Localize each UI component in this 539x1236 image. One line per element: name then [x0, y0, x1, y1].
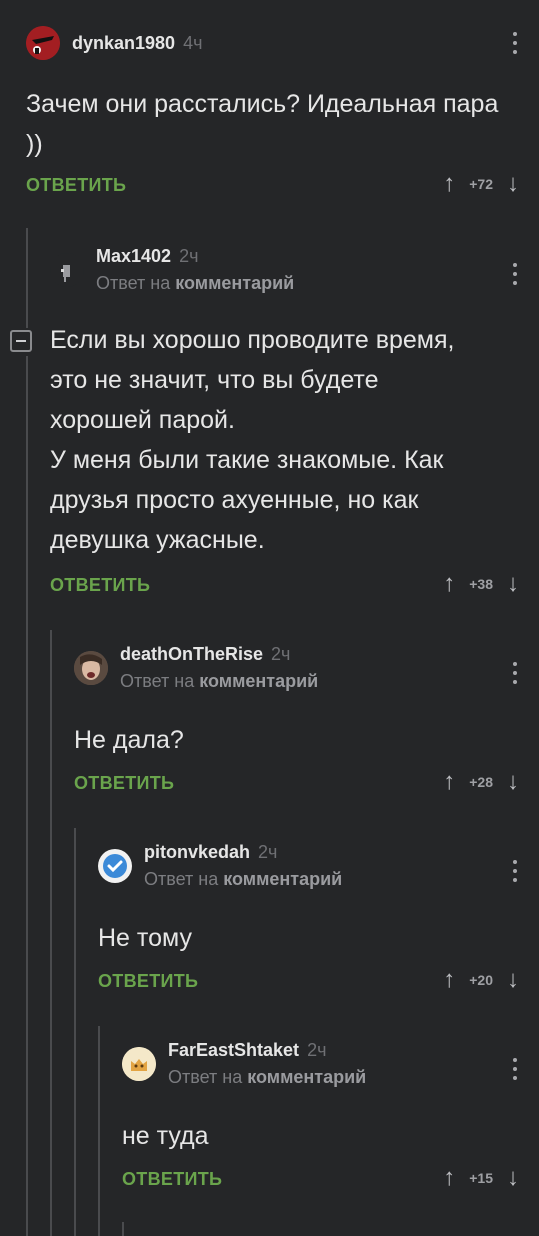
- username[interactable]: Max1402: [96, 246, 171, 267]
- upvote-icon[interactable]: ↑: [443, 966, 455, 994]
- reply-to-label[interactable]: Ответ на комментарий: [168, 1067, 366, 1088]
- reply-button[interactable]: ОТВЕТИТЬ: [74, 773, 174, 794]
- more-options-icon[interactable]: [513, 263, 517, 285]
- more-options-icon[interactable]: [513, 662, 517, 684]
- timestamp: 2ч: [307, 1040, 327, 1060]
- verified-check-icon[interactable]: [98, 849, 132, 883]
- comment-text: Если вы хорошо проводите время, это не з…: [50, 326, 455, 554]
- reply-button[interactable]: ОТВЕТИТЬ: [26, 175, 126, 196]
- reply-button[interactable]: ОТВЕТИТЬ: [50, 575, 150, 596]
- downvote-icon[interactable]: ↓: [507, 966, 519, 994]
- reply-button[interactable]: ОТВЕТИТЬ: [98, 971, 198, 992]
- red-avatar-icon[interactable]: [26, 26, 60, 60]
- reply-to-label[interactable]: Ответ на комментарий: [120, 671, 318, 692]
- upvote-icon[interactable]: ↑: [443, 1164, 455, 1192]
- timestamp: 2ч: [258, 842, 278, 862]
- face-avatar-icon[interactable]: [74, 651, 108, 685]
- thread-line-level-1-lower: [26, 356, 28, 1236]
- username[interactable]: deathOnTheRise: [120, 644, 263, 665]
- timestamp: 2ч: [271, 644, 291, 664]
- thread-line-level-4: [98, 1026, 100, 1236]
- comment-text: Не дала?: [74, 726, 184, 754]
- username[interactable]: pitonvkedah: [144, 842, 250, 863]
- rating-score: +72: [469, 176, 493, 192]
- username[interactable]: FarEastShtaket: [168, 1040, 299, 1061]
- cat-avatar-icon[interactable]: [122, 1047, 156, 1081]
- downvote-icon[interactable]: ↓: [507, 1164, 519, 1192]
- more-options-icon[interactable]: [513, 1058, 517, 1080]
- reply-to-label[interactable]: Ответ на комментарий: [144, 869, 342, 890]
- collapse-thread-button[interactable]: [10, 330, 32, 352]
- figure-avatar-icon[interactable]: [50, 253, 84, 287]
- upvote-icon[interactable]: ↑: [443, 170, 455, 198]
- comment-text: Зачем они расстались? Идеальная пара )): [26, 90, 499, 158]
- comment-text: не туда: [122, 1122, 209, 1150]
- more-options-icon[interactable]: [513, 32, 517, 54]
- comment-text: Не тому: [98, 924, 192, 952]
- downvote-icon[interactable]: ↓: [507, 170, 519, 198]
- rating-score: +28: [469, 774, 493, 790]
- more-options-icon[interactable]: [513, 860, 517, 882]
- upvote-icon[interactable]: ↑: [443, 570, 455, 598]
- rating-score: +38: [469, 576, 493, 592]
- rating-score: +20: [469, 972, 493, 988]
- downvote-icon[interactable]: ↓: [507, 768, 519, 796]
- username[interactable]: dynkan1980: [72, 33, 175, 54]
- reply-to-label[interactable]: Ответ на комментарий: [96, 273, 294, 294]
- timestamp: 2ч: [179, 246, 199, 266]
- upvote-icon[interactable]: ↑: [443, 768, 455, 796]
- thread-line-level-2: [50, 630, 52, 1236]
- thread-line-level-1: [26, 228, 28, 328]
- thread-line-level-5: [122, 1222, 124, 1236]
- reply-button[interactable]: ОТВЕТИТЬ: [122, 1169, 222, 1190]
- timestamp: 4ч: [183, 32, 203, 53]
- downvote-icon[interactable]: ↓: [507, 570, 519, 598]
- thread-line-level-3: [74, 828, 76, 1236]
- rating-score: +15: [469, 1170, 493, 1186]
